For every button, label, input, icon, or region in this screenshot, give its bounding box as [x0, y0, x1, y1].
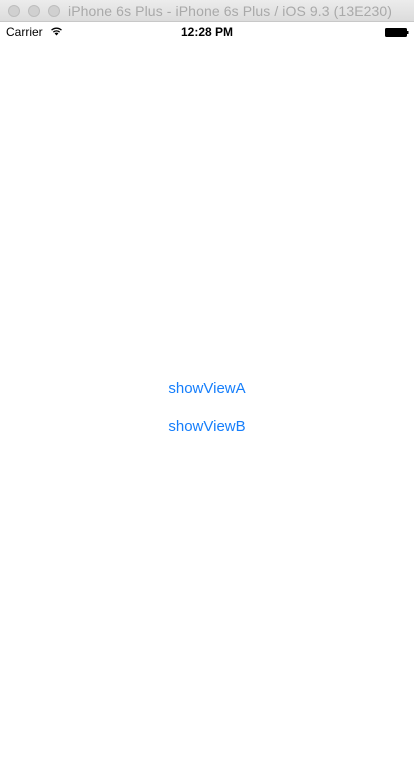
main-view: showViewA showViewB [0, 42, 414, 758]
battery-icon [385, 28, 409, 37]
window-title: iPhone 6s Plus - iPhone 6s Plus / iOS 9.… [68, 3, 393, 19]
close-window-button[interactable] [8, 5, 20, 17]
minimize-window-button[interactable] [28, 5, 40, 17]
simulator-window: iPhone 6s Plus - iPhone 6s Plus / iOS 9.… [0, 0, 414, 758]
show-view-a-button[interactable]: showViewA [0, 380, 414, 397]
zoom-window-button[interactable] [48, 5, 60, 17]
status-time: 12:28 PM [180, 25, 234, 39]
ios-status-bar: Carrier 12:28 PM [0, 22, 414, 42]
window-titlebar: iPhone 6s Plus - iPhone 6s Plus / iOS 9.… [0, 0, 414, 22]
show-view-b-button[interactable]: showViewB [0, 418, 414, 435]
